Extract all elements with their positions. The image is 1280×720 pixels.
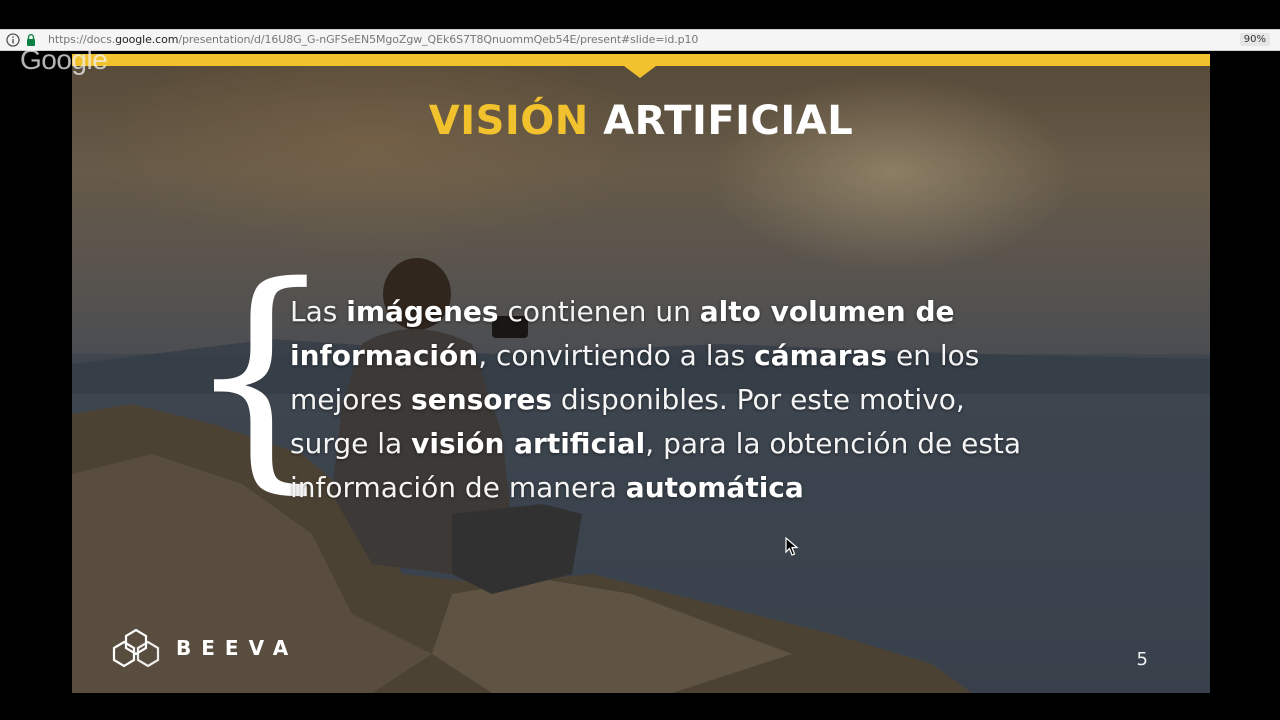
beeva-hexagon-logo — [112, 628, 160, 668]
body-bold-segment: sensores — [411, 383, 552, 416]
google-watermark-logo: Google — [20, 44, 108, 75]
body-segment: , convirtiendo a las — [478, 339, 755, 372]
body-segment: contienen un — [498, 295, 700, 328]
body-bold-segment: imágenes — [346, 295, 499, 328]
address-bar[interactable]: https://docs.google.com/presentation/d/1… — [0, 29, 1280, 51]
beeva-brand-text: BEEVA — [176, 636, 299, 660]
info-icon[interactable] — [6, 33, 20, 47]
slide-top-pointer — [624, 66, 656, 78]
url-host: google.com — [115, 33, 179, 46]
body-bold-segment: visión artificial — [411, 427, 646, 460]
slide-title: VISIÓN ARTIFICIAL — [72, 98, 1210, 144]
url-text[interactable]: https://docs.google.com/presentation/d/1… — [48, 33, 698, 46]
slide-top-bar — [72, 54, 1210, 66]
body-bold-segment: cámaras — [754, 339, 888, 372]
body-bold-segment: automática — [625, 471, 804, 504]
mouse-cursor-icon — [785, 537, 799, 556]
body-segment: Las — [290, 295, 347, 328]
url-path: /presentation/d/16U8G_G-nGFSeEN5MgoZgw_Q… — [178, 33, 699, 46]
presentation-slide: VISIÓN ARTIFICIAL { Las imágenes contien… — [72, 54, 1210, 693]
slide-body-text: Las imágenes contienen un alto volumen d… — [290, 290, 1050, 510]
slide-number: 5 — [1136, 649, 1148, 670]
zoom-badge[interactable]: 90% — [1239, 33, 1270, 46]
slide-title-rest: ARTIFICIAL — [603, 98, 854, 144]
slide-title-accent: VISIÓN — [428, 98, 589, 144]
